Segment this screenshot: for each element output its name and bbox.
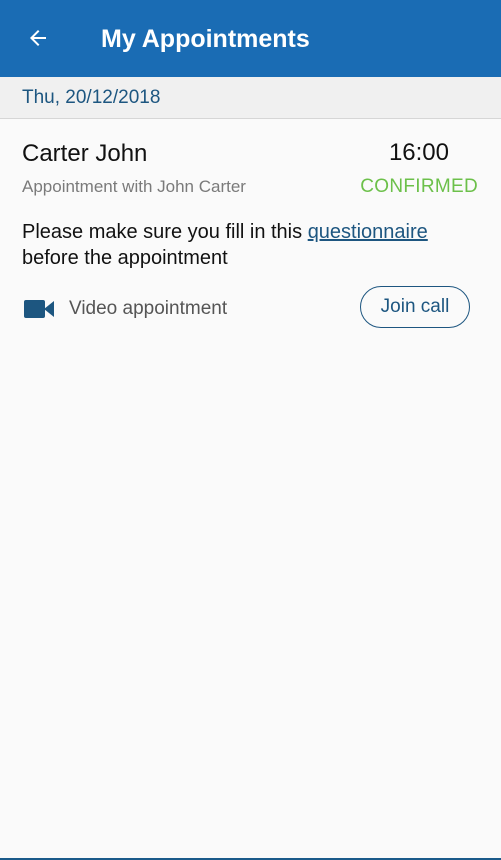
- date-label: Thu, 20/12/2018: [22, 87, 161, 108]
- status-badge: CONFIRMED: [360, 176, 478, 197]
- arrow-left-icon: [30, 30, 46, 46]
- videocam-icon: [24, 300, 54, 318]
- note-suffix: before the appointment: [22, 247, 228, 269]
- patient-name: Carter John: [22, 140, 148, 167]
- page-title: My Appointments: [101, 25, 310, 53]
- appointment-subtitle: Appointment with John Carter: [22, 177, 246, 196]
- join-call-button[interactable]: Join call: [360, 286, 470, 328]
- date-section-header: Thu, 20/12/2018: [0, 77, 501, 119]
- back-button[interactable]: [18, 18, 58, 58]
- appointment-type-label: Video appointment: [69, 298, 228, 319]
- questionnaire-link[interactable]: questionnaire: [308, 221, 428, 243]
- appointment-card[interactable]: Carter John 16:00 Appointment with John …: [0, 119, 501, 349]
- app-bar: My Appointments: [0, 0, 501, 77]
- appointment-time: 16:00: [388, 139, 449, 166]
- note-prefix: Please make sure you fill in this: [22, 221, 308, 243]
- questionnaire-note: Please make sure you fill in this questi…: [22, 219, 482, 271]
- appointment-type-row: Video appointment: [22, 294, 227, 324]
